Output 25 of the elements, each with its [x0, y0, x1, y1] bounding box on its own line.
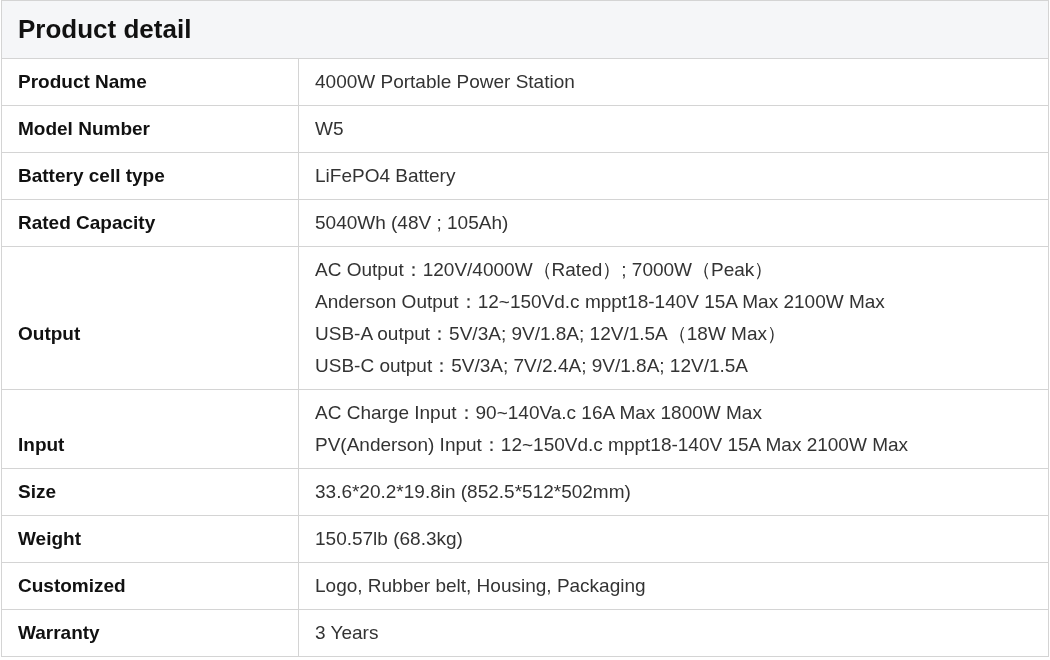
spec-label: Size [1, 468, 299, 516]
spec-label: Battery cell type [1, 152, 299, 200]
table-title: Product detail [1, 0, 1049, 59]
spec-value: Anderson Output：12~150Vd.c mppt18-140V 15A Max 2100W Max [315, 290, 886, 314]
spec-value: AC Output：120V/4000W（Rated）; 7000W（Peak） [315, 258, 775, 282]
spec-value: 3 Years [315, 621, 380, 645]
spec-value: USB-C output：5V/3A; 7V/2.4A; 9V/1.8A; 12V/1.5A [315, 354, 750, 378]
spec-label: Model Number [1, 105, 299, 153]
spec-label: Customized [1, 562, 299, 610]
spec-label: Rated Capacity [1, 199, 299, 247]
spec-value: AC Charge Input：90~140Va.c 16A Max 1800W Max [315, 401, 763, 425]
spec-value: LiFePO4 Battery [315, 164, 457, 188]
spec-label: Product Name [1, 58, 299, 106]
spec-label: Warranty [1, 609, 299, 657]
spec-label: Input [1, 389, 299, 469]
spec-value: 33.6*20.2*19.8in (852.5*512*502mm) [315, 480, 632, 504]
spec-value: Logo, Rubber belt, Housing, Packaging [315, 574, 647, 598]
spec-value: 150.57lb (68.3kg) [315, 527, 464, 551]
spec-value: PV(Anderson) Input：12~150Vd.c mppt18-140V 15A Max 2100W Max [315, 433, 910, 457]
spec-label: Output [1, 246, 299, 390]
spec-value: 4000W Portable Power Station [315, 70, 576, 94]
spec-label: Weight [1, 515, 299, 563]
spec-value: W5 [315, 117, 345, 141]
spec-value: 5040Wh (48V ; 105Ah) [315, 211, 510, 235]
spec-value: USB-A output：5V/3A; 9V/1.8A; 12V/1.5A（18W Max） [315, 322, 787, 346]
